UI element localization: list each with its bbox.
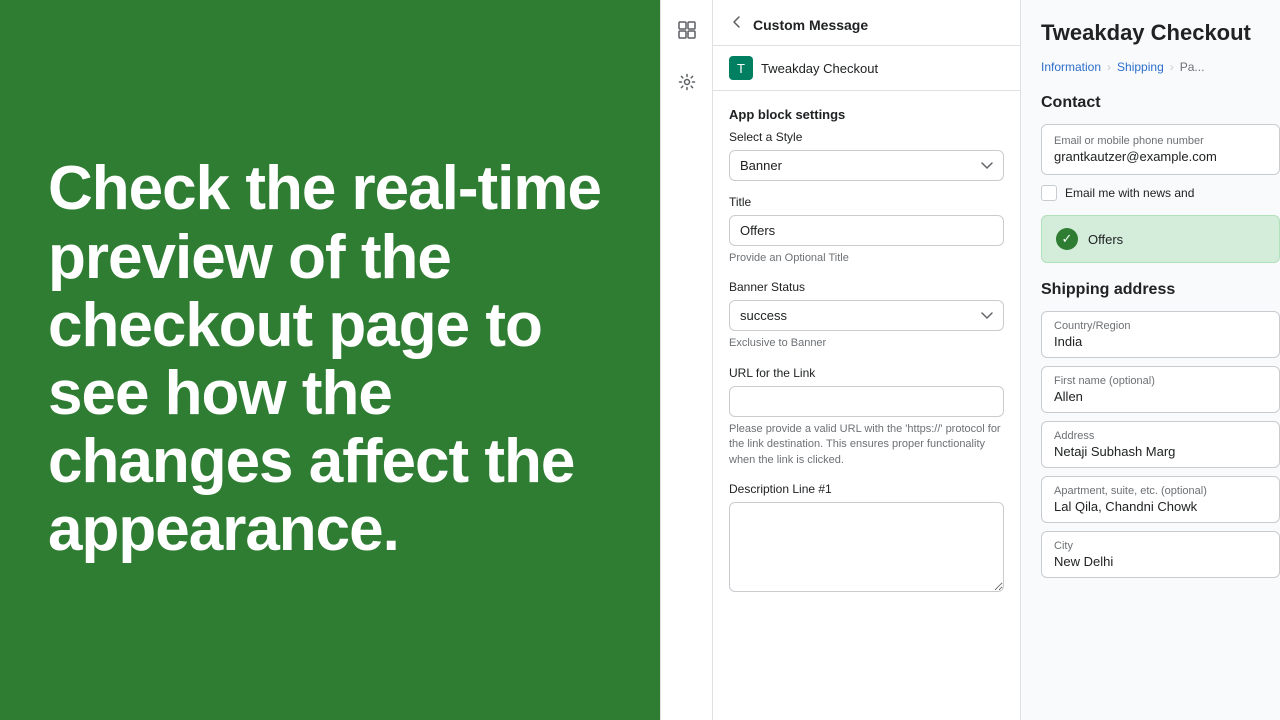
breadcrumb-information: Information — [1041, 60, 1101, 74]
grid-icon[interactable] — [669, 12, 705, 48]
apartment-label: Apartment, suite, etc. (optional) — [1054, 485, 1267, 497]
back-button[interactable] — [729, 14, 745, 35]
apartment-value: Lal Qila, Chandni Chowk — [1054, 499, 1267, 514]
title-group: Title Provide an Optional Title — [713, 195, 1020, 280]
email-checkbox-label: Email me with news and — [1065, 186, 1194, 200]
address-label: Address — [1054, 430, 1267, 442]
left-panel: Check the real-time preview of the check… — [0, 0, 660, 720]
city-field: City New Delhi — [1041, 531, 1280, 578]
headline-text: Check the real-time preview of the check… — [48, 155, 612, 564]
middle-section: Custom Message T Tweakday Checkout App b… — [660, 0, 1020, 720]
description-textarea[interactable] — [729, 502, 1004, 592]
app-icon: T — [729, 56, 753, 80]
style-label: Select a Style — [729, 130, 1004, 144]
app-name: Tweakday Checkout — [761, 61, 878, 76]
gear-icon[interactable] — [669, 64, 705, 100]
country-label: Country/Region — [1054, 320, 1267, 332]
banner-status-group: Banner Status success warning error info… — [713, 280, 1020, 365]
breadcrumb-payment: Pa... — [1180, 60, 1205, 74]
contact-section-title: Contact — [1041, 94, 1280, 112]
banner-status-hint: Exclusive to Banner — [729, 336, 1004, 351]
title-input[interactable] — [729, 215, 1004, 246]
firstname-field: First name (optional) Allen — [1041, 366, 1280, 413]
apartment-field: Apartment, suite, etc. (optional) Lal Qi… — [1041, 476, 1280, 523]
banner-status-select[interactable]: success warning error info — [729, 300, 1004, 331]
style-group: Select a Style Banner Inline Popup — [713, 130, 1020, 195]
country-field: Country/Region India — [1041, 311, 1280, 358]
email-checkbox-row: Email me with news and — [1041, 185, 1280, 201]
url-group: URL for the Link Please provide a valid … — [713, 366, 1020, 482]
offers-check-icon: ✓ — [1056, 228, 1078, 250]
section-title: App block settings — [713, 91, 1020, 130]
breadcrumb-sep-1: › — [1107, 60, 1111, 74]
settings-header: Custom Message — [713, 0, 1020, 46]
settings-header-title: Custom Message — [753, 17, 868, 33]
url-input[interactable] — [729, 386, 1004, 417]
firstname-label: First name (optional) — [1054, 375, 1267, 387]
offers-banner: ✓ Offers — [1041, 215, 1280, 263]
description-label: Description Line #1 — [729, 482, 1004, 496]
banner-status-label: Banner Status — [729, 280, 1004, 294]
breadcrumb: Information › Shipping › Pa... — [1041, 60, 1280, 74]
icon-sidebar — [661, 0, 713, 720]
address-field: Address Netaji Subhash Marg — [1041, 421, 1280, 468]
title-label: Title — [729, 195, 1004, 209]
city-value: New Delhi — [1054, 554, 1267, 569]
firstname-value: Allen — [1054, 389, 1267, 404]
breadcrumb-sep-2: › — [1170, 60, 1174, 74]
contact-field-box: Email or mobile phone number grantkautze… — [1041, 124, 1280, 175]
city-label: City — [1054, 540, 1267, 552]
address-value: Netaji Subhash Marg — [1054, 444, 1267, 459]
preview-title: Tweakday Checkout — [1041, 20, 1280, 46]
style-select[interactable]: Banner Inline Popup — [729, 150, 1004, 181]
contact-field-value: grantkautzer@example.com — [1054, 149, 1267, 164]
app-row: T Tweakday Checkout — [713, 46, 1020, 91]
country-value: India — [1054, 334, 1267, 349]
url-label: URL for the Link — [729, 366, 1004, 380]
breadcrumb-shipping: Shipping — [1117, 60, 1164, 74]
url-hint: Please provide a valid URL with the 'htt… — [729, 422, 1004, 468]
offers-banner-text: Offers — [1088, 232, 1123, 247]
contact-field-label: Email or mobile phone number — [1054, 135, 1267, 147]
shipping-section-title: Shipping address — [1041, 281, 1280, 299]
right-panel: Tweakday Checkout Information › Shipping… — [1020, 0, 1280, 720]
description-group: Description Line #1 — [713, 482, 1020, 611]
settings-panel: Custom Message T Tweakday Checkout App b… — [713, 0, 1020, 720]
title-hint: Provide an Optional Title — [729, 251, 1004, 266]
email-checkbox[interactable] — [1041, 185, 1057, 201]
